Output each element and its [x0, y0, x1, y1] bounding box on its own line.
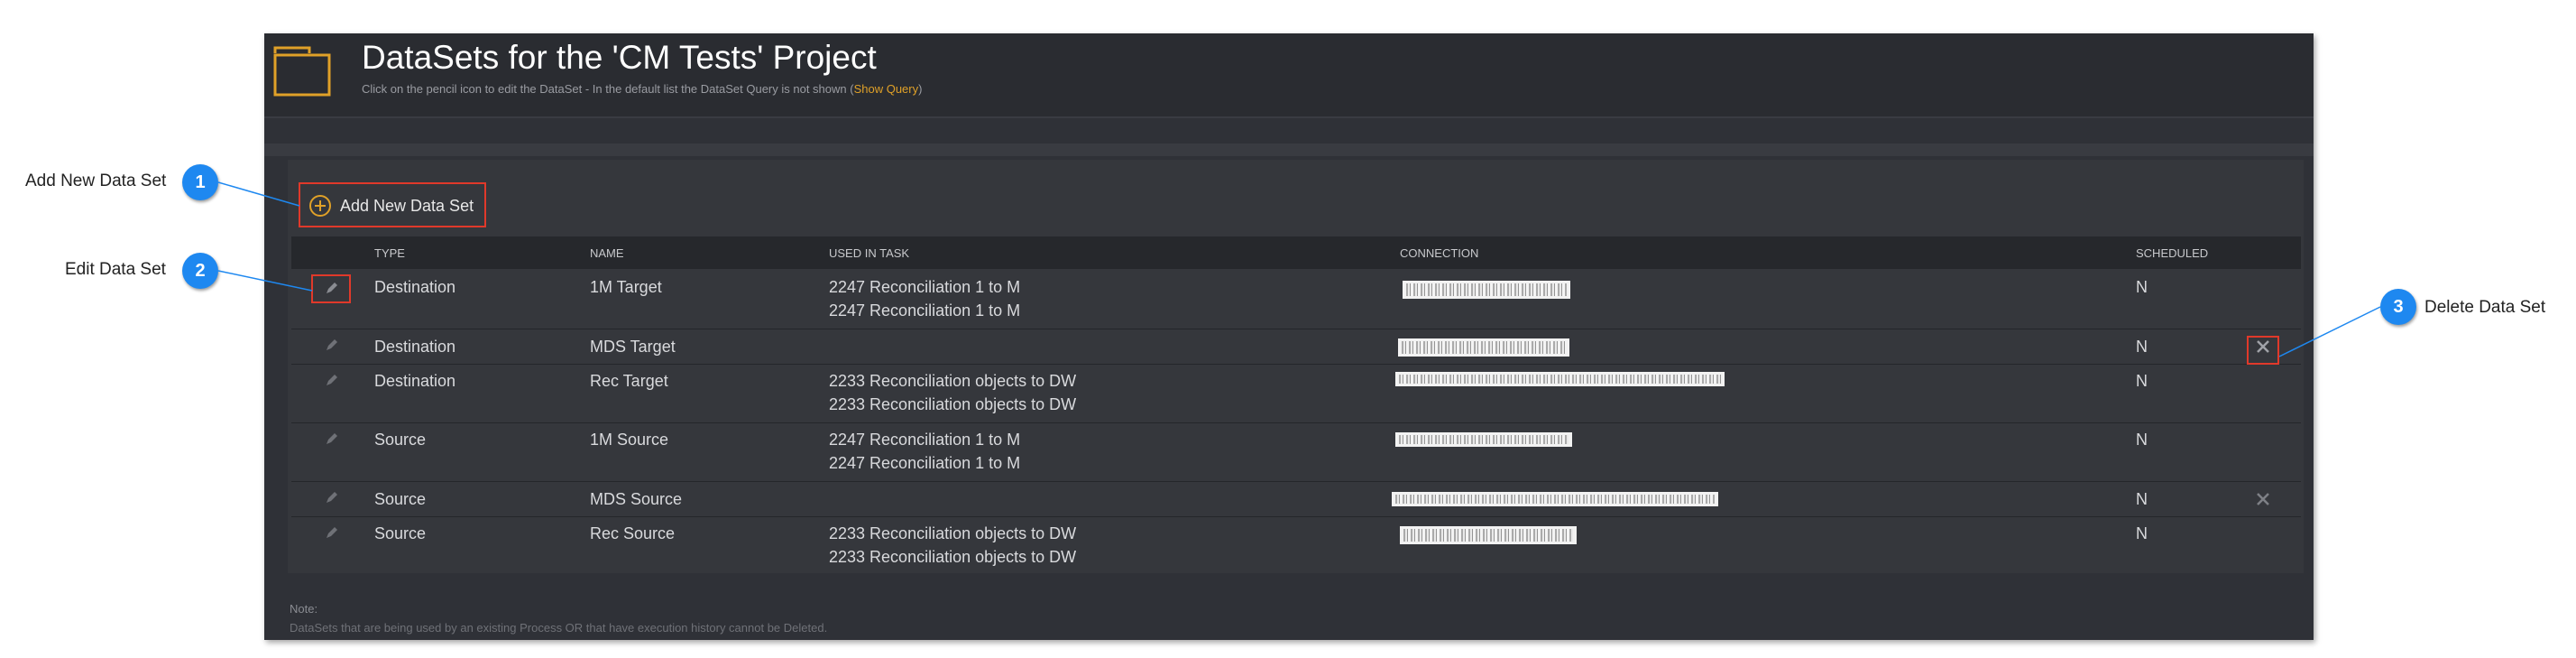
leader-line-1: [217, 181, 300, 207]
callout-leader-lines: [217, 181, 2381, 357]
leader-line-3: [2278, 306, 2381, 357]
leader-line-2: [217, 270, 313, 292]
